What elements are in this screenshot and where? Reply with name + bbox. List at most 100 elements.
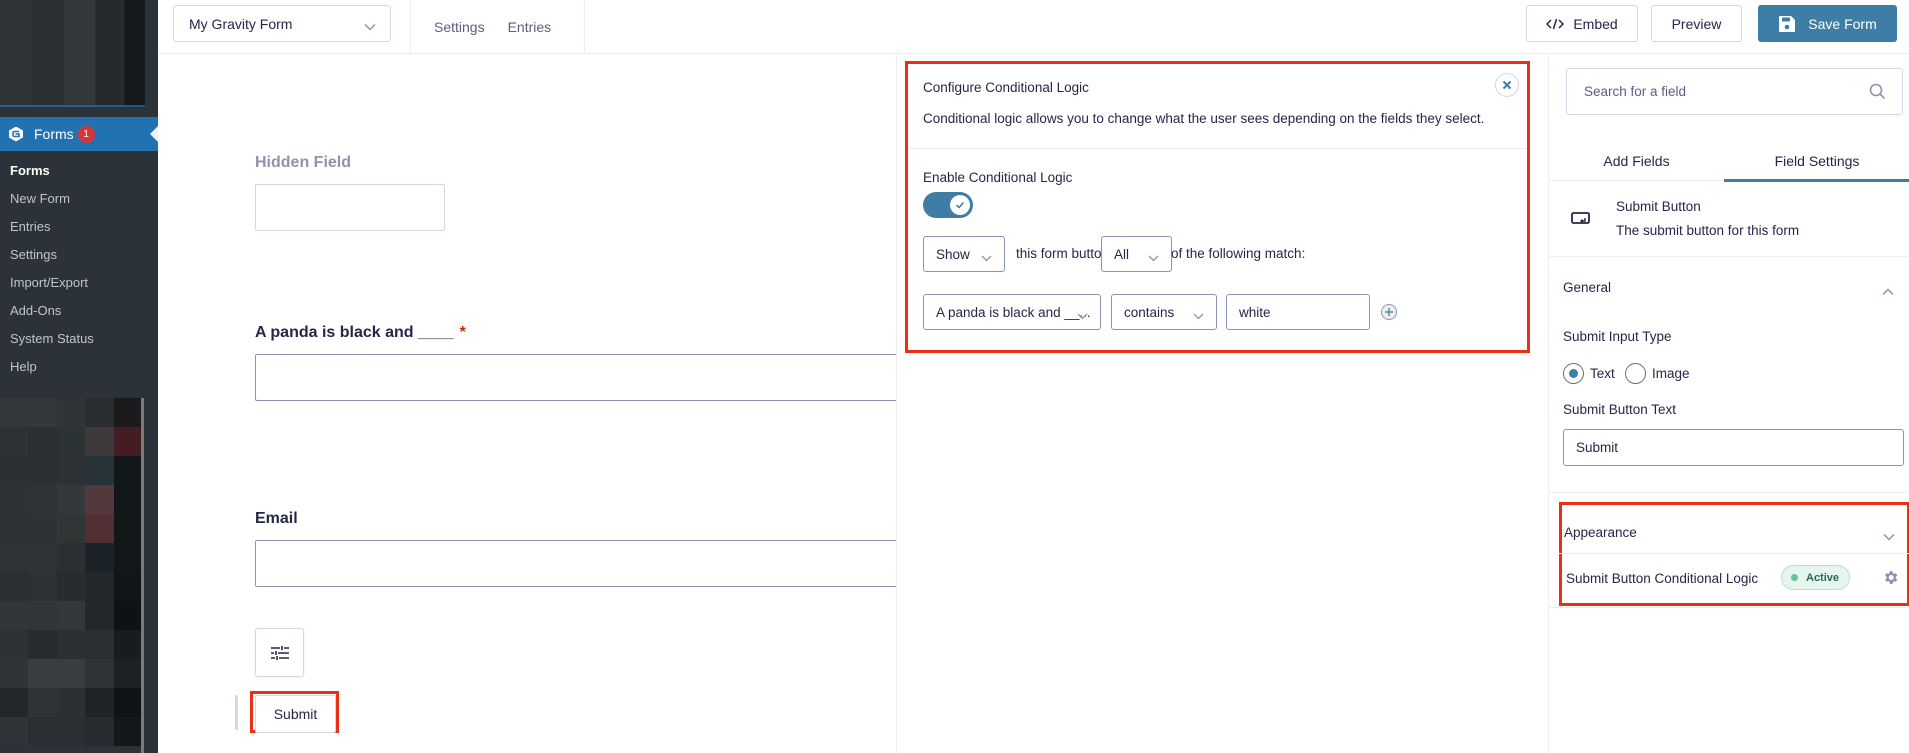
rule-value-input[interactable]: white <box>1226 294 1370 330</box>
submenu-entries[interactable]: Entries <box>0 213 158 241</box>
panel-tabs: Add Fields Field Settings <box>1549 141 1909 182</box>
field-search-placeholder: Search for a field <box>1584 84 1687 99</box>
divider <box>1549 607 1909 608</box>
gear-icon[interactable] <box>1882 569 1899 591</box>
submit-input-type-label: Submit Input Type <box>1563 329 1672 344</box>
status-badge-text: Active <box>1806 571 1840 584</box>
status-badge: Active <box>1781 565 1851 590</box>
divider <box>1559 553 1909 554</box>
status-dot <box>1791 574 1798 581</box>
sidebar-menu-forms[interactable]: Forms 1 <box>0 117 158 151</box>
email-field-label: Email <box>255 510 298 527</box>
conditional-logic-flyout: Configure Conditional Logic Conditional … <box>896 55 1548 753</box>
toolbar-nav: Settings Entries <box>434 0 551 53</box>
close-flyout-button[interactable] <box>1495 73 1519 97</box>
rule-operator-value: contains <box>1124 304 1175 320</box>
toolbar-divider <box>410 0 411 53</box>
submenu-help[interactable]: Help <box>0 353 158 381</box>
selected-field-description: The submit button for this form <box>1616 223 1800 238</box>
panda-field-label-text: A panda is black and ____ <box>255 324 454 341</box>
editor-toolbar: My Gravity Form Settings Entries Embed P… <box>158 0 1909 54</box>
save-form-button[interactable]: Save Form <box>1758 5 1897 42</box>
submit-button-text-input[interactable]: Submit <box>1563 429 1904 466</box>
chevron-up-icon[interactable] <box>1882 283 1894 301</box>
form-selector-value: My Gravity Form <box>189 15 293 32</box>
embed-button-label: Embed <box>1573 15 1618 32</box>
submit-conditional-logic-label: Submit Button Conditional Logic <box>1566 571 1759 586</box>
redacted-region <box>0 398 142 753</box>
rule-field-select[interactable]: A panda is black and __... <box>923 294 1101 330</box>
panda-field-label: A panda is black and ____ * <box>255 324 466 342</box>
submenu-new-form[interactable]: New Form <box>0 185 158 213</box>
wp-admin-sidebar: Forms 1 Forms New Form Entries Settings … <box>0 0 158 753</box>
embed-button[interactable]: Embed <box>1526 5 1638 42</box>
radio-image[interactable] <box>1625 363 1646 384</box>
action-select[interactable]: Show <box>923 236 1005 272</box>
nav-settings-link[interactable]: Settings <box>434 19 485 35</box>
submenu-import-export[interactable]: Import/Export <box>0 269 158 297</box>
annotation-highlight: Configure Conditional Logic Conditional … <box>905 61 1530 353</box>
field-settings-panel: Search for a field Add Fields Field Sett… <box>1548 55 1909 753</box>
submit-button-text-label: Submit Button Text <box>1563 402 1677 417</box>
annotation-highlight: Submit <box>250 691 339 733</box>
logic-type-select[interactable]: All <box>1101 236 1172 272</box>
flyout-title: Configure Conditional Logic <box>923 80 1089 95</box>
hidden-field-input[interactable] <box>255 184 445 231</box>
close-icon <box>1502 80 1512 90</box>
chevron-down-icon[interactable] <box>1883 528 1895 546</box>
action-select-value: Show <box>936 246 970 262</box>
general-section-title[interactable]: General <box>1563 280 1611 295</box>
chevron-down-icon <box>1193 308 1204 323</box>
enable-logic-toggle[interactable] <box>923 192 973 218</box>
save-disk-icon <box>1778 15 1796 33</box>
plus-icon <box>1385 308 1393 316</box>
chevron-down-icon <box>1148 250 1159 265</box>
enable-logic-label: Enable Conditional Logic <box>923 170 1073 185</box>
flyout-description: Conditional logic allows you to change w… <box>923 111 1485 126</box>
radio-text[interactable] <box>1563 363 1584 384</box>
form-selector-dropdown[interactable]: My Gravity Form <box>173 5 391 42</box>
submenu-settings[interactable]: Settings <box>0 241 158 269</box>
rule-text-end: of the following match: <box>1171 246 1306 261</box>
add-rule-button[interactable] <box>1381 304 1397 320</box>
chevron-down-icon <box>364 18 376 34</box>
selected-field-name: Submit Button <box>1616 199 1701 214</box>
submenu-add-ons[interactable]: Add-Ons <box>0 297 158 325</box>
toolbar-divider <box>584 0 585 53</box>
redacted-region <box>0 0 145 107</box>
code-icon <box>1546 18 1565 30</box>
field-search-input[interactable]: Search for a field <box>1566 68 1903 115</box>
appearance-section-title[interactable]: Appearance <box>1564 525 1637 540</box>
tab-field-settings[interactable]: Field Settings <box>1724 141 1909 182</box>
nav-entries-link[interactable]: Entries <box>508 19 552 35</box>
preview-button[interactable]: Preview <box>1651 5 1742 42</box>
divider <box>1549 492 1909 493</box>
radio-image-label: Image <box>1652 366 1690 381</box>
annotation-highlight: Appearance Submit Button Conditional Log… <box>1559 502 1909 606</box>
save-form-label: Save Form <box>1808 15 1877 32</box>
form-submit-button[interactable]: Submit <box>255 695 336 733</box>
field-settings-toggle-button[interactable] <box>255 628 304 677</box>
submit-button-icon <box>1571 212 1591 231</box>
drag-handle[interactable] <box>235 695 238 730</box>
sidebar-scrollbar[interactable] <box>141 398 144 753</box>
chevron-down-icon <box>1077 308 1088 323</box>
submenu-system-status[interactable]: System Status <box>0 325 158 353</box>
sidebar-menu-forms-label: Forms <box>34 126 74 142</box>
hidden-field-label: Hidden Field <box>255 154 351 171</box>
current-menu-arrow <box>150 126 158 142</box>
check-icon <box>950 195 970 215</box>
chevron-down-icon <box>981 250 992 265</box>
submenu-forms[interactable]: Forms <box>0 157 158 185</box>
logic-type-value: All <box>1114 246 1130 262</box>
required-asterisk: * <box>459 324 466 341</box>
panda-field-input[interactable] <box>255 354 905 401</box>
submit-button-text-value: Submit <box>1576 440 1619 455</box>
rule-operator-select[interactable]: contains <box>1111 294 1217 330</box>
search-icon <box>1869 83 1886 103</box>
rule-value-text: white <box>1239 304 1271 320</box>
tab-add-fields[interactable]: Add Fields <box>1549 141 1724 181</box>
gravity-forms-logo-icon <box>8 126 24 142</box>
sliders-icon <box>270 645 289 661</box>
email-field-input[interactable] <box>255 540 905 587</box>
